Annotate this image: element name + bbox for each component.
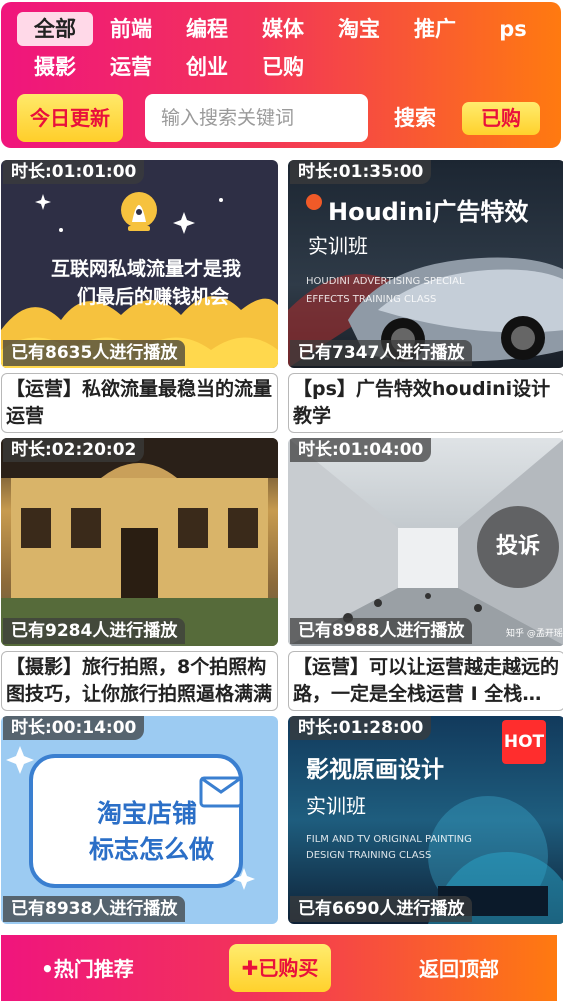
play-count-badge: 已有8988人进行播放	[290, 618, 473, 644]
category-programming[interactable]: 编程	[181, 12, 233, 46]
video-title[interactable]: 【ps】广告特效houdini设计教学	[288, 373, 563, 433]
report-button[interactable]: 投诉	[477, 506, 559, 588]
thumbnail-caption-line-2: 们最后的赚钱机会	[77, 286, 230, 308]
thumbnail-caption-line-3: HOUDINI ADVERTISING SPECIAL	[306, 276, 465, 287]
category-photography[interactable]: 摄影	[29, 50, 81, 84]
video-thumbnail[interactable]: 互联网私域流量才是我 们最后的赚钱机会 时长:01:01:00 已有8635人进…	[1, 160, 278, 368]
bought-button[interactable]: 已购	[462, 102, 540, 135]
play-count-badge: 已有7347人进行播放	[290, 340, 473, 366]
video-thumbnail[interactable]: 时长:02:20:02 已有9284人进行播放	[1, 438, 278, 646]
duration-badge: 时长:01:35:00	[290, 160, 432, 184]
thumbnail-caption-line-4: DESIGN TRAINING CLASS	[306, 850, 432, 861]
thumbnail-caption-line-4: EFFECTS TRAINING CLASS	[306, 294, 437, 305]
category-ps[interactable]: ps	[493, 12, 533, 46]
duration-badge: 时长:00:14:00	[3, 716, 145, 740]
category-all[interactable]: 全部	[17, 12, 93, 46]
back-to-top-link[interactable]: 返回顶部	[419, 953, 499, 982]
thumbnail-caption-line-2: 实训班	[306, 794, 366, 818]
video-thumbnail[interactable]: 影视原画设计 实训班 FILM AND TV ORIGINAL PAINTING…	[288, 716, 563, 924]
thumbnail-caption-line-1: 淘宝店铺	[97, 799, 198, 828]
play-count-badge: 已有8635人进行播放	[3, 340, 186, 366]
play-count-badge: 已有6690人进行播放	[290, 896, 473, 922]
play-count-badge: 已有8938人进行播放	[3, 896, 186, 922]
duration-badge: 时长:01:04:00	[290, 438, 432, 462]
video-title[interactable]: 【运营】可以让运营越走越远的路，一定是全栈运营 I 全栈运营	[288, 651, 563, 711]
today-update-button[interactable]: 今日更新	[17, 94, 123, 142]
category-taobao[interactable]: 淘宝	[333, 12, 385, 46]
video-thumbnail[interactable]: 投诉 知乎 @孟开瑶 时长:01:04:00 已有8988人进行播放	[288, 438, 563, 646]
thumbnail-caption-line-3: FILM AND TV ORIGINAL PAINTING	[306, 834, 472, 845]
search-button[interactable]: 搜索	[387, 100, 443, 136]
category-frontend[interactable]: 前端	[105, 12, 157, 46]
thumbnail-caption-line-1: Houdini广告特效	[328, 198, 529, 226]
video-thumbnail[interactable]: Houdini广告特效 实训班 HOUDINI ADVERTISING SPEC…	[288, 160, 563, 368]
bottom-bar: •热门推荐 ✚已购买 返回顶部	[1, 935, 557, 1001]
video-title[interactable]: 【摄影】旅行拍照，8个拍照构图技巧，让你旅行拍照逼格满满	[1, 651, 278, 711]
hot-badge: HOT	[502, 720, 546, 764]
video-title[interactable]: 【运营】私欲流量最稳当的流量运营	[1, 373, 278, 433]
duration-badge: 时长:01:28:00	[290, 716, 432, 740]
video-thumbnail[interactable]: 淘宝店铺 标志怎么做 时长:00:14:00 已有8938人进行播放	[1, 716, 278, 924]
thumbnail-caption-line-1: 互联网私域流量才是我	[51, 258, 242, 280]
hot-recommend-link[interactable]: •热门推荐	[41, 953, 134, 982]
search-input[interactable]	[145, 94, 368, 142]
thumbnail-caption-line-1: 影视原画设计	[306, 757, 444, 783]
play-count-badge: 已有9284人进行播放	[3, 618, 186, 644]
top-header: 全部 前端 编程 媒体 淘宝 推广 ps 摄影 运营 创业 已购 今日更新 搜索…	[1, 2, 561, 148]
category-operations[interactable]: 运营	[105, 50, 157, 84]
category-purchased[interactable]: 已购	[257, 50, 309, 84]
category-startup[interactable]: 创业	[181, 50, 233, 84]
duration-badge: 时长:02:20:02	[3, 438, 145, 462]
thumbnail-caption-line-2: 标志怎么做	[89, 835, 215, 864]
purchased-button[interactable]: ✚已购买	[229, 944, 331, 992]
category-media[interactable]: 媒体	[257, 12, 309, 46]
thumbnail-caption-line-2: 实训班	[308, 234, 368, 258]
building-illustration	[1, 438, 278, 646]
duration-badge: 时长:01:01:00	[3, 160, 145, 184]
houdini-logo-icon	[306, 194, 322, 210]
thumbnail-watermark: 知乎 @孟开瑶	[506, 629, 563, 639]
category-promotion[interactable]: 推广	[409, 12, 461, 46]
